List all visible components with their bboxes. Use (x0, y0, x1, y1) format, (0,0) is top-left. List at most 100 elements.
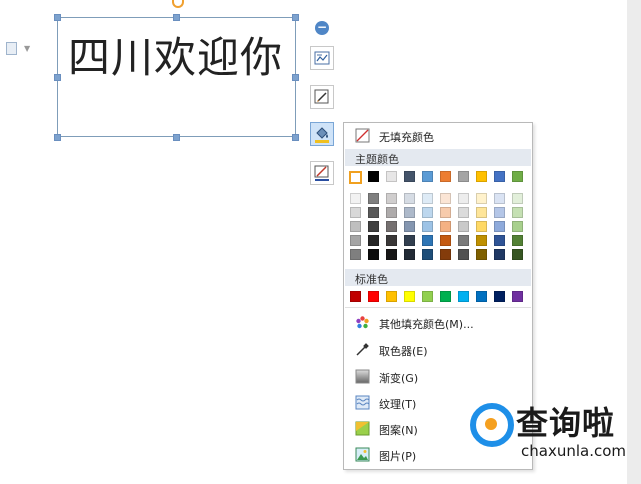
document-icon[interactable] (6, 42, 17, 55)
theme-shade-swatch[interactable] (512, 193, 523, 204)
theme-shade-swatch[interactable] (512, 249, 523, 260)
theme-shade-swatch[interactable] (476, 207, 487, 218)
rotate-handle-icon[interactable] (172, 0, 184, 8)
theme-shade-swatch[interactable] (476, 235, 487, 246)
gradient-icon (355, 369, 370, 384)
eyedropper-item[interactable]: 取色器(E) (345, 338, 531, 362)
theme-color-swatch[interactable] (440, 171, 451, 182)
theme-shade-swatch[interactable] (422, 221, 433, 232)
theme-shade-swatch[interactable] (404, 221, 415, 232)
watermark-title: 查询啦 (516, 404, 616, 442)
standard-color-swatch[interactable] (422, 291, 433, 302)
theme-shade-swatch[interactable] (512, 235, 523, 246)
resize-handle-top-right[interactable] (292, 14, 299, 21)
picture-icon (355, 447, 370, 462)
theme-shade-swatch[interactable] (386, 207, 397, 218)
theme-color-swatch[interactable] (404, 171, 415, 182)
theme-shade-swatch[interactable] (476, 193, 487, 204)
theme-shade-swatch[interactable] (350, 221, 361, 232)
theme-shade-swatch[interactable] (512, 207, 523, 218)
window-edge (627, 0, 641, 484)
theme-shade-swatch[interactable] (404, 193, 415, 204)
theme-color-swatch[interactable] (422, 171, 433, 182)
theme-shade-swatch[interactable] (368, 235, 379, 246)
standard-color-swatch[interactable] (386, 291, 397, 302)
no-fill-item[interactable]: 无填充颜色 (345, 124, 531, 148)
theme-shade-swatch[interactable] (476, 221, 487, 232)
theme-shade-swatch[interactable] (494, 221, 505, 232)
more-colors-label: 其他填充颜色(M)... (379, 318, 474, 331)
theme-shade-swatch[interactable] (386, 249, 397, 260)
theme-shade-swatch[interactable] (458, 221, 469, 232)
outline-color-button[interactable] (310, 161, 334, 185)
theme-shade-swatch[interactable] (386, 235, 397, 246)
theme-shade-swatch[interactable] (512, 221, 523, 232)
theme-shade-swatch[interactable] (476, 249, 487, 260)
theme-shade-swatch[interactable] (368, 221, 379, 232)
resize-handle-bottom-left[interactable] (54, 134, 61, 141)
standard-color-swatch[interactable] (512, 291, 523, 302)
theme-shade-swatch[interactable] (440, 193, 451, 204)
resize-handle-bottom[interactable] (173, 134, 180, 141)
standard-color-swatch[interactable] (458, 291, 469, 302)
theme-shade-swatch[interactable] (404, 207, 415, 218)
standard-color-swatch[interactable] (476, 291, 487, 302)
theme-shade-swatch[interactable] (350, 207, 361, 218)
edit-shape-button[interactable] (310, 85, 334, 109)
text-box[interactable]: 四川欢迎你 (57, 17, 296, 137)
theme-shade-swatch[interactable] (458, 249, 469, 260)
theme-shade-swatch[interactable] (494, 249, 505, 260)
theme-color-swatch[interactable] (368, 171, 379, 182)
collapse-minus-icon[interactable]: − (315, 21, 329, 35)
theme-shade-swatch[interactable] (422, 193, 433, 204)
theme-color-swatch[interactable] (476, 171, 487, 182)
resize-handle-top-left[interactable] (54, 14, 61, 21)
theme-shade-swatch[interactable] (404, 235, 415, 246)
text-box-content[interactable]: 四川欢迎你 (68, 24, 283, 85)
theme-shade-swatch[interactable] (368, 193, 379, 204)
resize-handle-bottom-right[interactable] (292, 134, 299, 141)
theme-shade-swatch[interactable] (440, 221, 451, 232)
theme-shade-swatch[interactable] (458, 193, 469, 204)
theme-shade-swatch[interactable] (440, 249, 451, 260)
theme-color-swatch[interactable] (349, 171, 362, 184)
theme-shade-swatch[interactable] (440, 207, 451, 218)
theme-shade-swatch[interactable] (386, 221, 397, 232)
theme-shade-swatch[interactable] (458, 235, 469, 246)
theme-shade-swatch[interactable] (422, 249, 433, 260)
resize-handle-top[interactable] (173, 14, 180, 21)
standard-color-swatch[interactable] (404, 291, 415, 302)
picture-item[interactable]: 图片(P) (345, 443, 531, 467)
standard-color-swatch[interactable] (440, 291, 451, 302)
resize-handle-left[interactable] (54, 74, 61, 81)
theme-color-swatch[interactable] (494, 171, 505, 182)
theme-shade-swatch[interactable] (422, 235, 433, 246)
gradient-item[interactable]: 渐变(G) (345, 365, 531, 389)
standard-color-swatch[interactable] (494, 291, 505, 302)
theme-shade-swatch[interactable] (350, 193, 361, 204)
theme-shade-swatch[interactable] (386, 193, 397, 204)
theme-shade-swatch[interactable] (350, 235, 361, 246)
theme-shade-swatch[interactable] (494, 235, 505, 246)
wrap-text-button[interactable] (310, 46, 334, 70)
theme-shade-swatch[interactable] (422, 207, 433, 218)
no-fill-label: 无填充颜色 (379, 131, 434, 144)
theme-shade-swatch[interactable] (440, 235, 451, 246)
standard-color-swatch[interactable] (350, 291, 361, 302)
theme-shade-swatch[interactable] (494, 193, 505, 204)
theme-shade-swatch[interactable] (458, 207, 469, 218)
theme-color-swatch[interactable] (512, 171, 523, 182)
theme-shade-swatch[interactable] (350, 249, 361, 260)
theme-shade-swatch[interactable] (494, 207, 505, 218)
theme-shade-swatch[interactable] (368, 249, 379, 260)
fill-color-button[interactable] (310, 122, 334, 146)
standard-colors-title: 标准色 (355, 273, 388, 286)
standard-color-swatch[interactable] (368, 291, 379, 302)
theme-color-swatch[interactable] (386, 171, 397, 182)
resize-handle-right[interactable] (292, 74, 299, 81)
more-colors-item[interactable]: 其他填充颜色(M)... (345, 311, 531, 335)
chevron-down-icon[interactable]: ▼ (24, 44, 30, 53)
theme-shade-swatch[interactable] (368, 207, 379, 218)
theme-shade-swatch[interactable] (404, 249, 415, 260)
theme-color-swatch[interactable] (458, 171, 469, 182)
